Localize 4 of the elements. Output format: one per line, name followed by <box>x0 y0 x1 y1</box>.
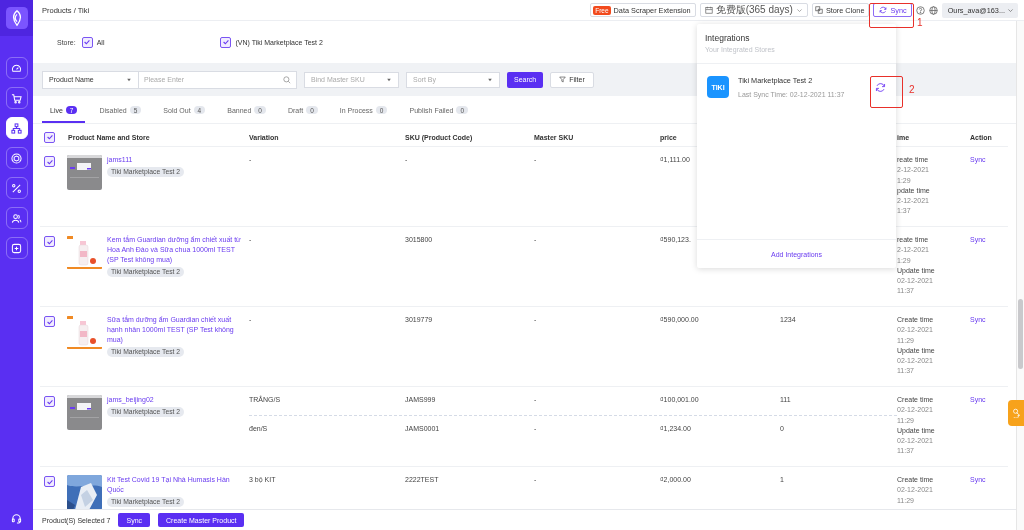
annotation-number: 1 <box>917 17 923 28</box>
plan-dropdown[interactable]: 免费版(365 days) <box>699 3 808 17</box>
annotation-number: 2 <box>909 84 915 95</box>
popover-title: Integrations <box>705 33 751 43</box>
